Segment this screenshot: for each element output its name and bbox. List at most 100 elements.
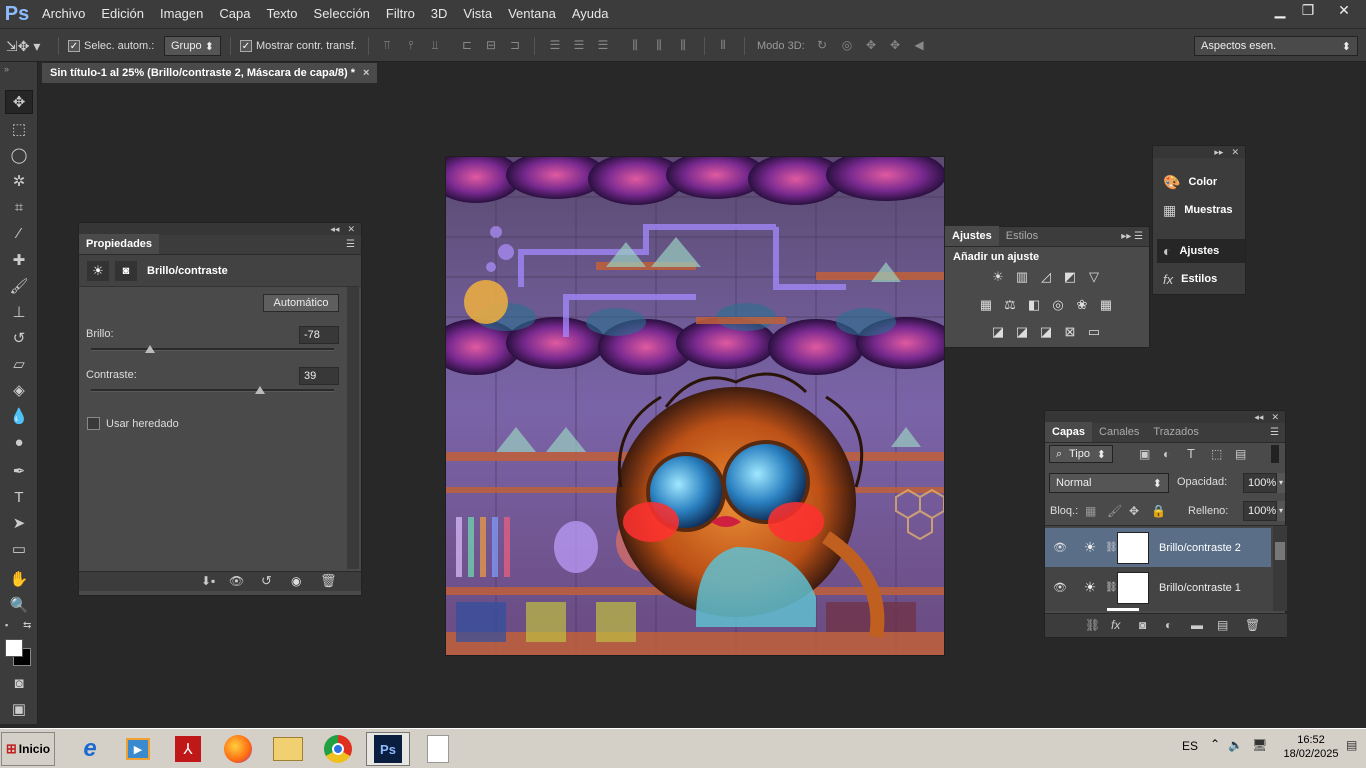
view-previous-icon[interactable]: 👁 [229,574,244,588]
move-tool-icon[interactable]: ✥ [5,90,33,114]
paint-bucket-tool-icon[interactable]: ◈ [5,378,33,402]
menu-edicion[interactable]: Edición [93,0,152,28]
delete-layer-icon[interactable]: 🗑 [1245,618,1260,632]
legacy-checkbox[interactable]: Usar heredado [87,417,179,430]
layers-scrollbar[interactable] [1273,526,1287,611]
link-icon[interactable]: ⛓ [1105,542,1118,553]
tab-trazados[interactable]: Trazados [1146,422,1205,442]
fill-dropdown-arrow-icon[interactable]: ▾ [1277,501,1285,521]
layer-mask-icon[interactable]: ◙ [115,260,137,281]
dock-item-estilos[interactable]: fx Estilos [1157,267,1245,291]
eye-visibility-icon[interactable]: 👁 [1045,581,1075,594]
firefox-taskbar-icon[interactable] [216,732,260,766]
contrast-value-field[interactable]: 39 [299,367,339,385]
layer-row[interactable]: 👁 ☀ ⛓ Brillo/contraste 2 [1045,528,1271,567]
scale-3d-icon[interactable]: ◀ [912,38,926,52]
align-right-icon[interactable]: ⊐ [508,38,522,52]
notification-icon[interactable]: ▤ [1346,738,1357,752]
layers-scrollbar-thumb[interactable] [1275,542,1285,560]
dock-item-ajustes[interactable]: ◐ Ajustes [1157,239,1245,263]
threshold-adjust-icon[interactable]: ◪ [1037,324,1055,340]
photoshop-taskbar-icon[interactable]: Ps [366,732,410,766]
brightness-contrast-icon[interactable]: ☀ [87,260,109,281]
menu-archivo[interactable]: Archivo [34,0,93,28]
shape-filter-icon[interactable]: ⬚ [1211,447,1222,461]
roll-3d-icon[interactable]: ◎ [840,38,854,52]
network-icon[interactable]: 🖥 [1252,738,1267,752]
foreground-color-swatch[interactable] [5,639,23,657]
clock[interactable]: 16:52 18/02/2025 [1280,733,1342,761]
show-hidden-icons-icon[interactable]: ⌃ [1210,737,1220,751]
lock-pixels-icon[interactable]: 🖌 [1107,504,1122,518]
volume-icon[interactable]: 🔈 [1228,738,1243,752]
reset-icon[interactable]: ↺ [261,573,272,589]
align-hcenter-icon[interactable]: ⊟ [484,38,498,52]
brightness-adjust-icon[interactable]: ☀ [989,269,1007,285]
slide-3d-icon[interactable]: ✥ [888,38,902,52]
hue-saturation-adjust-icon[interactable]: ▦ [977,297,995,313]
filter-toggle[interactable] [1271,445,1279,463]
acrobat-taskbar-icon[interactable]: ⅄ [166,732,210,766]
menu-seleccion[interactable]: Selección [306,0,378,28]
lock-transparency-icon[interactable]: ▦ [1085,504,1096,518]
brush-tool-icon[interactable]: 🖌 [5,274,33,298]
clip-to-layer-icon[interactable]: ⬇▪ [201,574,215,588]
file-explorer-taskbar-icon[interactable] [266,732,310,766]
swap-colors-icon[interactable]: ⇆ [23,620,31,631]
menu-3d[interactable]: 3D [423,0,456,28]
menu-filtro[interactable]: Filtro [378,0,423,28]
opacity-dropdown-arrow-icon[interactable]: ▾ [1277,473,1285,493]
vibrance-adjust-icon[interactable]: ▽ [1085,269,1103,285]
photo-filter-adjust-icon[interactable]: ◎ [1049,297,1067,313]
menu-ventana[interactable]: Ventana [500,0,564,28]
type-filter-icon[interactable]: T [1187,446,1195,461]
hand-tool-icon[interactable]: ✋ [5,567,33,591]
menu-ayuda[interactable]: Ayuda [564,0,617,28]
new-group-icon[interactable]: ▬ [1191,618,1203,632]
selective-color-adjust-icon[interactable]: ⊠ [1061,324,1079,340]
new-adjustment-icon[interactable]: ◐ [1165,618,1172,632]
adjustment-filter-icon[interactable]: ◐ [1163,447,1170,461]
zoom-tool-icon[interactable]: 🔍 [5,593,33,617]
language-indicator[interactable]: ES [1182,739,1198,753]
fill-field[interactable]: 100% [1243,501,1277,521]
auto-select-dropdown[interactable]: Grupo ⬍ [164,36,221,56]
layer-filter-dropdown[interactable]: ⌕ Tipo ⬍ [1049,445,1113,463]
start-button[interactable]: ⊞ Inicio [1,732,55,766]
workspace-dropdown[interactable]: Aspectos esen. ⬍ [1194,36,1358,56]
link-layers-icon[interactable]: ⛓ [1085,618,1100,632]
collapse-panel-icon[interactable]: ◂◂ [1254,412,1263,423]
lasso-tool-icon[interactable]: ◯ [5,143,33,167]
posterize-adjust-icon[interactable]: ◪ [1013,324,1031,340]
dock-item-color[interactable]: 🎨 Color [1157,170,1245,194]
align-left-icon[interactable]: ⊏ [460,38,474,52]
tab-ajustes[interactable]: Ajustes [945,226,999,246]
channel-mixer-adjust-icon[interactable]: ❀ [1073,297,1091,313]
brightness-value-field[interactable]: -78 [299,326,339,344]
distribute-top-icon[interactable]: ☰ [548,38,562,52]
gradient-map-adjust-icon[interactable]: ▭ [1085,324,1103,340]
tab-canales[interactable]: Canales [1092,422,1146,442]
document-taskbar-icon[interactable] [416,732,460,766]
distribute-right-icon[interactable]: ⫼ [676,38,690,52]
auto-select-checkbox[interactable]: ✓ Selec. autom.: [68,36,154,56]
eye-visibility-icon[interactable]: 👁 [1045,541,1075,554]
invert-adjust-icon[interactable]: ◪ [989,324,1007,340]
fx-icon[interactable]: fx [1111,618,1120,632]
pixel-filter-icon[interactable]: ▣ [1139,447,1150,461]
panel-menu-icon[interactable]: ▸▸ ☰ [1115,231,1149,246]
distribute-hcenter-icon[interactable]: ⫼ [652,38,666,52]
rotate-3d-icon[interactable]: ↻ [815,38,829,52]
menu-capa[interactable]: Capa [211,0,258,28]
add-mask-icon[interactable]: ◙ [1139,618,1146,632]
panel-menu-icon[interactable]: ☰ [1264,427,1285,442]
menu-vista[interactable]: Vista [455,0,500,28]
dock-item-muestras[interactable]: ▦ Muestras [1157,198,1245,222]
lock-all-icon[interactable]: 🔒 [1151,504,1166,518]
tool-preset-picker[interactable]: ⇲✥ ▾ [6,36,40,56]
brightness-slider[interactable] [91,345,334,353]
pen-tool-icon[interactable]: ✒ [5,459,33,483]
auto-button[interactable]: Automático [263,294,339,312]
visibility-icon[interactable]: ◉ [291,574,301,588]
auto-align-icon[interactable]: ⫴ [716,38,730,52]
